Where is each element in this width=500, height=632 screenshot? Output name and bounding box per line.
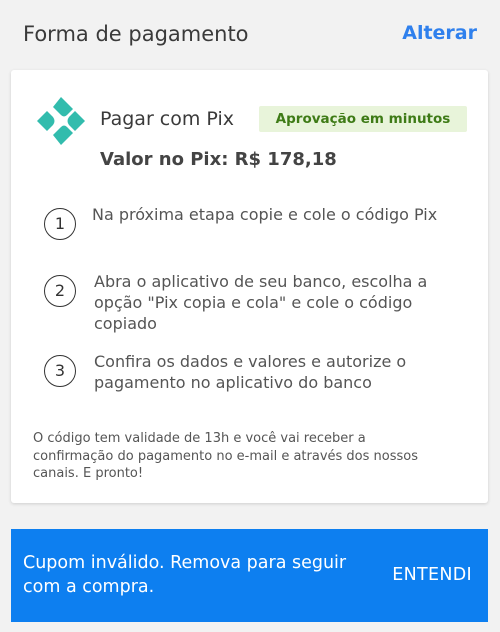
- step-text: Confira os dados e valores e autorize o …: [94, 352, 407, 392]
- step-number: 1: [44, 208, 76, 240]
- coupon-error-snackbar: Cupom inválido. Remova para seguir com a…: [11, 529, 488, 622]
- pix-logo-icon: [37, 97, 85, 145]
- step-number: 2: [44, 275, 76, 307]
- validity-note: O código tem validade de 13h e você vai …: [33, 431, 419, 481]
- step-number: 3: [44, 355, 76, 387]
- pix-price: Valor no Pix: R$ 178,18: [100, 149, 337, 170]
- change-payment-link[interactable]: Alterar: [402, 22, 477, 44]
- payment-method-label: Pagar com Pix: [100, 108, 234, 130]
- snackbar-message: Cupom inválido. Remova para seguir com a…: [23, 553, 347, 597]
- pix-payment-card: Pagar com Pix Aprovação em minutos Valor…: [11, 70, 488, 503]
- section-header: Forma de pagamento Alterar: [0, 0, 500, 70]
- section-title: Forma de pagamento: [23, 22, 249, 46]
- dismiss-snackbar-button[interactable]: ENTENDI: [392, 565, 472, 585]
- step-text: Na próxima etapa copie e cole o código P…: [92, 205, 438, 224]
- approval-badge: Aprovação em minutos: [259, 106, 467, 132]
- step-text: Abra o aplicativo de seu banco, escolha …: [94, 272, 428, 333]
